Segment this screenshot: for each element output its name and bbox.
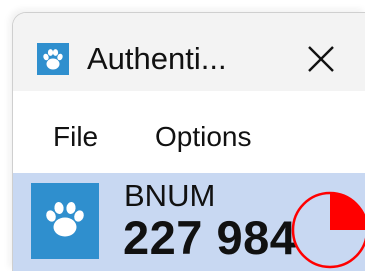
paw-icon [31,183,99,259]
account-row[interactable]: BNUM 227 984 [13,173,365,271]
paw-icon [37,43,69,75]
menu-bar: File Options [13,113,365,161]
close-button[interactable] [297,37,345,81]
title-bar[interactable]: Authenti... [13,13,365,91]
menu-file[interactable]: File [53,119,98,155]
countdown-timer [289,189,365,271]
window-title: Authenti... [87,41,227,76]
close-icon [308,46,334,72]
otp-code[interactable]: 227 984 [123,211,296,265]
authenticator-window: Authenti... File Options BNUM 227 984 [12,12,365,271]
menu-options[interactable]: Options [155,119,252,155]
timer-remaining-wedge [330,193,365,230]
account-name: BNUM [124,178,216,213]
